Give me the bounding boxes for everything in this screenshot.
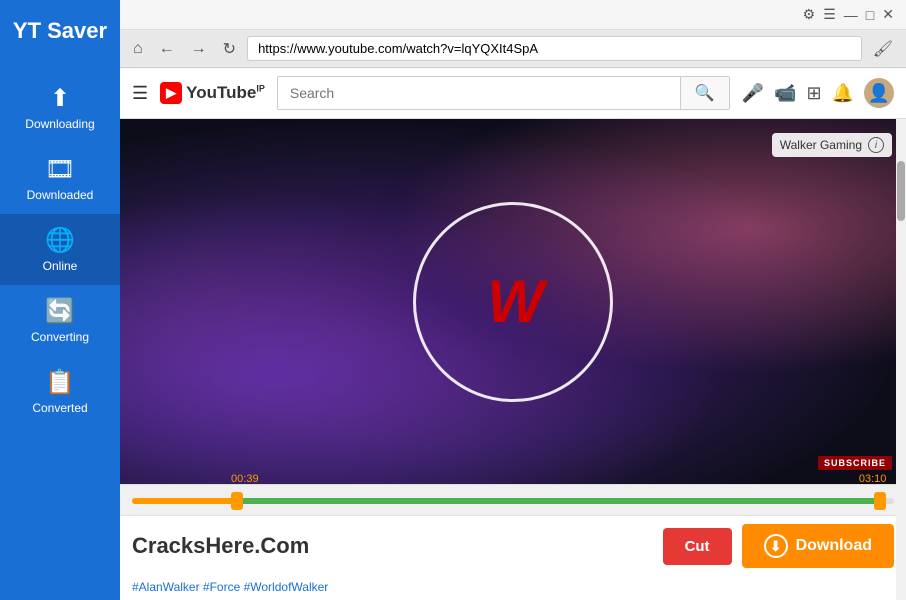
timeline-track (132, 498, 894, 504)
converted-icon: 📋 (45, 368, 75, 397)
download-circle-icon: ⬇ (764, 534, 788, 558)
microphone-btn[interactable]: 🎤 (742, 83, 764, 104)
yt-logo-text: YouTubeIP (186, 83, 265, 103)
sidebar-item-online-label: Online (43, 259, 78, 273)
sidebar-item-converted-label: Converted (32, 401, 87, 415)
aw-circle: W (413, 202, 613, 402)
youtube-logo[interactable]: ▶ YouTubeIP (160, 82, 265, 104)
time-start-label: 00:39 (231, 473, 259, 485)
minimize-btn[interactable]: — (840, 4, 862, 25)
sidebar-item-converting[interactable]: 🔄 Converting (0, 285, 120, 356)
video-container: W Walker Gaming i SUBSCRIBE (120, 119, 906, 484)
tags-bar: #AlanWalker #Force #WorldofWalker (120, 576, 906, 600)
youtube-header: ☰ ▶ YouTubeIP 🔍 🎤 📹 ⊞ 🔔 👤 (120, 68, 906, 119)
refresh-btn[interactable]: ↻ (218, 37, 241, 61)
back-btn[interactable]: ← (154, 38, 180, 60)
scrollbar-track (896, 119, 906, 600)
aw-logo: W (487, 267, 539, 336)
hamburger-menu[interactable]: ☰ (132, 83, 148, 104)
sidebar-item-converted[interactable]: 📋 Converted (0, 356, 120, 427)
downloaded-icon: 🎞 (45, 155, 75, 184)
cut-button[interactable]: Cut (663, 528, 732, 565)
notifications-btn[interactable]: 🔔 (832, 83, 854, 104)
download-button[interactable]: ⬇ Download (742, 524, 894, 568)
sidebar-item-downloading-label: Downloading (25, 117, 94, 131)
main-area: ⚙ ☰ — □ ✕ ⌂ ← → ↻ 🖌 ☰ ▶ YouTubeIP 🔍 🎤 📹 … (120, 0, 906, 600)
yt-logo-sup: IP (256, 83, 265, 93)
time-end-label: 03:10 (859, 473, 887, 485)
timeline-selected (239, 498, 879, 504)
sidebar-item-downloaded-label: Downloaded (27, 188, 94, 202)
maximize-btn[interactable]: □ (862, 4, 878, 25)
content-area: W Walker Gaming i SUBSCRIBE 00:39 03:10 (120, 119, 906, 600)
tags-text: #AlanWalker #Force #WorldofWalker (132, 580, 328, 594)
yt-logo-icon: ▶ (160, 82, 182, 104)
scrollbar-thumb[interactable] (897, 161, 905, 221)
sidebar-item-downloading[interactable]: ⬆ Downloading (0, 72, 120, 143)
app-topbar: ⚙ ☰ — □ ✕ (120, 0, 906, 30)
watermark-text: CracksHere.Com (132, 533, 653, 559)
sidebar-item-downloaded[interactable]: 🎞 Downloaded (0, 143, 120, 214)
create-video-btn[interactable]: 📹 (774, 83, 796, 104)
search-submit-btn[interactable]: 🔍 (680, 77, 729, 109)
avatar[interactable]: 👤 (864, 78, 894, 108)
app-title: YT Saver (13, 10, 107, 52)
paint-brush-icon[interactable]: 🖌 (868, 37, 898, 61)
search-bar: 🔍 (277, 76, 730, 110)
subscribe-badge: SUBSCRIBE (818, 456, 892, 470)
sidebar-item-online[interactable]: 🌐 Online (0, 214, 120, 285)
forward-btn[interactable]: → (186, 38, 212, 60)
channel-name: Walker Gaming (780, 138, 862, 152)
online-icon: 🌐 (45, 226, 75, 255)
trim-area: 00:39 03:10 (120, 484, 906, 515)
menu-icon-btn[interactable]: ☰ (819, 4, 840, 25)
sidebar: YT Saver ⬆ Downloading 🎞 Downloaded 🌐 On… (0, 0, 120, 600)
video-thumbnail: W Walker Gaming i SUBSCRIBE (120, 119, 906, 484)
apps-grid-btn[interactable]: ⊞ (806, 83, 821, 104)
browser-toolbar: ⌂ ← → ↻ 🖌 (120, 30, 906, 68)
left-handle[interactable] (231, 492, 243, 510)
close-btn[interactable]: ✕ (878, 4, 898, 25)
info-icon[interactable]: i (868, 137, 884, 153)
bottom-bar: CracksHere.Com Cut ⬇ Download (120, 515, 906, 576)
sidebar-item-converting-label: Converting (31, 330, 89, 344)
channel-badge: Walker Gaming i (772, 133, 892, 157)
settings-icon-btn[interactable]: ⚙ (799, 4, 820, 25)
home-btn[interactable]: ⌂ (128, 38, 148, 60)
timeline-progress (132, 498, 239, 504)
converting-icon: 🔄 (45, 297, 75, 326)
timeline-bar: 00:39 03:10 (132, 491, 894, 511)
search-input[interactable] (278, 77, 680, 109)
download-label: Download (796, 537, 872, 555)
address-bar[interactable] (247, 36, 862, 61)
right-handle[interactable] (874, 492, 886, 510)
downloading-icon: ⬆ (50, 84, 70, 113)
yt-header-icons: 🎤 📹 ⊞ 🔔 👤 (742, 78, 894, 108)
